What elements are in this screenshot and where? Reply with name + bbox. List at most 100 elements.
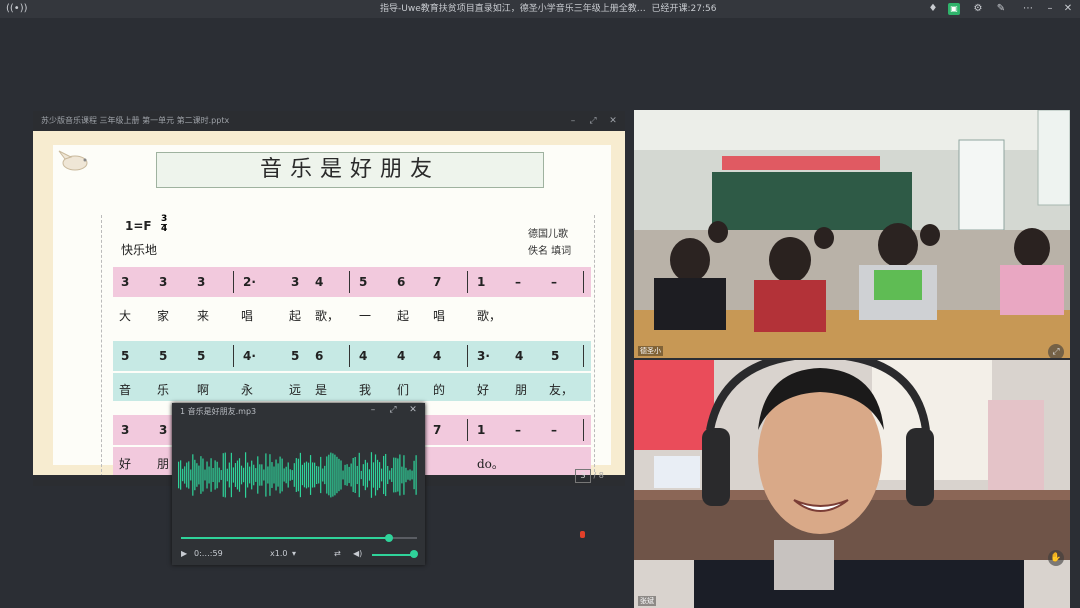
waveform-bar	[192, 454, 194, 496]
waveform-bar	[399, 454, 401, 496]
credit-lyrics: 佚名 填词	[528, 246, 572, 257]
chevron-down-icon[interactable]: ▾	[292, 549, 296, 558]
waveform-bar	[316, 465, 318, 485]
top-bar: ((•)) 指导-Uwe教育扶贫项目直录如江，德圣小学音乐三年级上册全教… 已经…	[0, 0, 1080, 18]
lyric: 来	[197, 309, 210, 323]
note: 4	[433, 349, 442, 363]
note: 4·	[243, 349, 256, 363]
lyric: 们	[397, 383, 410, 397]
minimize-icon[interactable]: –	[567, 111, 579, 131]
waveform-bar	[360, 470, 362, 480]
waveform-bar	[358, 452, 360, 498]
note: 3	[159, 423, 168, 437]
bar-line	[467, 271, 468, 293]
waveform-bar	[364, 459, 366, 491]
credit-origin: 德国儿歌	[528, 229, 568, 240]
waveform-bar	[344, 464, 346, 486]
maximize-icon[interactable]: ⤢	[587, 111, 599, 131]
minimize-icon[interactable]: –	[368, 405, 378, 415]
notes-row: 5 5 5 4· 5 6 4 4 4 3· 4 5	[113, 341, 591, 371]
page-current[interactable]: 3	[575, 469, 591, 483]
waveform-bar	[220, 470, 222, 480]
speed-selector[interactable]: x1.0	[270, 549, 287, 558]
screen-share-icon[interactable]: ▣	[948, 3, 960, 15]
play-icon[interactable]: ▶	[181, 549, 187, 558]
tempo-marking: 快乐地	[121, 243, 158, 257]
lyrics-row: 音 乐 啊 永 远 是 我 们 的 好 朋 友，	[113, 373, 591, 401]
elapsed-time: 27:56	[690, 4, 717, 14]
waveform-bar	[354, 456, 356, 494]
gear-icon[interactable]: ⚙	[972, 3, 984, 15]
bar-line	[583, 271, 584, 293]
page-indicator[interactable]: 3 / 8	[575, 469, 615, 483]
volume-knob[interactable]	[410, 550, 418, 558]
waveform-bar	[271, 462, 273, 488]
lyric: 的	[433, 383, 446, 397]
lyric: 大	[119, 309, 132, 323]
note: 5	[121, 349, 130, 363]
progress-track[interactable]	[181, 534, 417, 542]
waveform-bar	[366, 462, 368, 488]
waveform-bar	[273, 466, 275, 484]
waveform-bar	[411, 470, 413, 480]
bar-line	[349, 271, 350, 293]
lyric: 歌，	[315, 309, 340, 323]
waveform-bar	[224, 452, 226, 498]
bar-line	[583, 419, 584, 441]
volume-icon[interactable]: ◀)	[353, 549, 362, 558]
waveform-bar	[305, 461, 308, 489]
lyric: 家	[157, 309, 170, 323]
playback-time: 0:…:59	[194, 549, 223, 558]
dove-decoration-icon	[58, 150, 88, 171]
maximize-icon[interactable]: ⤢	[388, 405, 398, 415]
waveform-bar	[202, 458, 204, 492]
page-total: / 8	[593, 471, 604, 480]
session-title-text: 指导-Uwe教育扶贫项目直录如江，德圣小学音乐三年级上册全教…	[380, 4, 646, 14]
lyric: 是	[315, 383, 328, 397]
note: 1	[477, 275, 486, 289]
teacher-scene	[634, 360, 1070, 608]
waveform-bar	[403, 455, 405, 495]
close-icon[interactable]: ✕	[607, 111, 619, 131]
loop-icon[interactable]: ⇄	[334, 549, 341, 558]
waveform-bar	[228, 462, 230, 488]
waveform-bar	[291, 470, 293, 480]
progress-knob[interactable]	[384, 534, 393, 542]
bell-icon[interactable]: ♦	[927, 3, 939, 15]
waveform-bar	[340, 460, 342, 490]
note: –	[515, 275, 521, 289]
more-icon[interactable]: ⋯	[1022, 3, 1034, 15]
note: 4	[315, 275, 324, 289]
waveform-bar	[257, 456, 259, 494]
key-signature: 1=F	[125, 219, 152, 233]
waveform-bar	[338, 458, 340, 492]
note: 5	[551, 349, 560, 363]
lyric: 一	[359, 309, 372, 323]
waveform-bar	[299, 452, 301, 498]
close-icon[interactable]: ✕	[408, 405, 418, 415]
waveform-bar	[240, 465, 243, 485]
waveform-bar	[275, 459, 277, 491]
waveform-bar	[383, 455, 385, 495]
close-icon[interactable]: ✕	[1062, 3, 1074, 15]
waveform-bar	[206, 461, 208, 489]
waveform-bar	[307, 462, 310, 488]
minimize-icon[interactable]: –	[1044, 3, 1056, 15]
waveform-bar	[374, 454, 377, 496]
note: 3	[197, 275, 206, 289]
waveform-bar	[334, 454, 336, 496]
note: 4	[397, 349, 406, 363]
waveform-bar	[178, 461, 180, 489]
fullscreen-icon[interactable]: ⤢	[1048, 344, 1064, 358]
waveform-bar	[267, 466, 269, 484]
waveform-bar	[301, 464, 304, 486]
note: –	[551, 275, 557, 289]
waveform-bar	[330, 452, 332, 498]
waveform-bar	[332, 453, 334, 497]
bar-line	[467, 419, 468, 441]
ppt-titlebar: 苏少版音乐课程 三年级上册 第一单元 第二课时.pptx – ⤢ ✕	[33, 111, 625, 131]
waveform-bar	[413, 460, 415, 490]
pin-icon[interactable]: ✎	[995, 3, 1007, 15]
note: 5	[359, 275, 368, 289]
hand-icon[interactable]: ✋	[1048, 550, 1064, 566]
